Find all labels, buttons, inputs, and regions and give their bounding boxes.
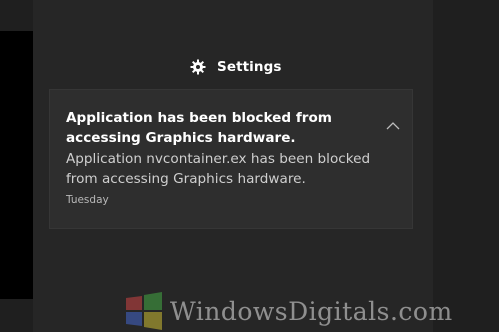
watermark: WindowsDigitals.com bbox=[124, 292, 453, 330]
notification-title: Application has been blocked from access… bbox=[66, 110, 332, 146]
background-window bbox=[0, 31, 33, 299]
watermark-text: WindowsDigitals.com bbox=[170, 296, 453, 326]
notification-toast[interactable]: Application has been blocked from access… bbox=[49, 89, 413, 229]
settings-button[interactable]: Settings bbox=[190, 56, 282, 78]
chevron-up-icon bbox=[386, 122, 400, 130]
collapse-button[interactable] bbox=[384, 118, 402, 132]
notification-body: Application nvcontainer.ex has been bloc… bbox=[66, 151, 371, 187]
windows-logo-icon bbox=[126, 292, 162, 330]
settings-label: Settings bbox=[217, 59, 282, 75]
notification-timestamp: Tuesday bbox=[66, 194, 109, 206]
screen: Settings Application has been blocked fr… bbox=[0, 0, 499, 332]
gear-icon bbox=[190, 59, 206, 75]
